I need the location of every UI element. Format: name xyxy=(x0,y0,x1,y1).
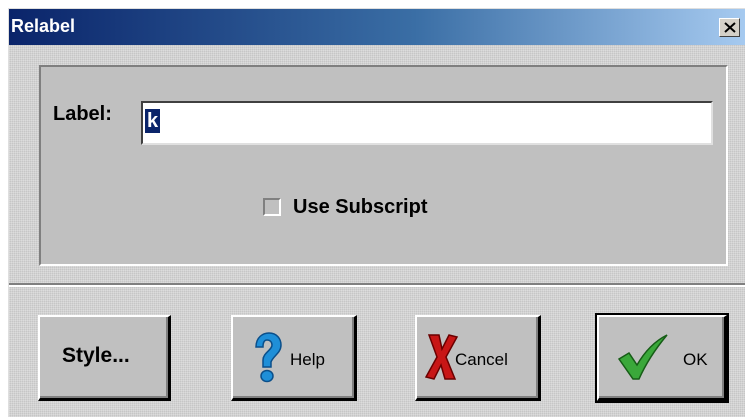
close-button[interactable] xyxy=(719,18,740,37)
close-icon xyxy=(724,22,736,33)
help-button[interactable]: Help xyxy=(231,315,357,401)
use-subscript-checkbox[interactable] xyxy=(263,198,281,216)
ok-button-label: OK xyxy=(683,350,708,369)
cancel-button[interactable]: Cancel xyxy=(415,315,541,401)
style-button-label: Style... xyxy=(62,344,130,367)
green-checkmark-icon xyxy=(617,334,668,380)
title-bar[interactable]: Relabel xyxy=(9,9,745,45)
cancel-button-label: Cancel xyxy=(455,350,508,369)
ok-button[interactable]: OK xyxy=(595,313,729,403)
divider-highlight xyxy=(9,285,745,287)
label-panel: Label: k Use Subscript xyxy=(39,65,728,266)
style-button[interactable]: Style... xyxy=(38,315,171,401)
relabel-dialog: Relabel Label: k Use Subscript Style... … xyxy=(8,8,745,417)
label-caption: Label: xyxy=(53,103,112,125)
question-mark-icon xyxy=(255,332,282,383)
window-title: Relabel xyxy=(11,16,76,36)
label-input[interactable]: k xyxy=(141,101,713,145)
red-x-icon xyxy=(425,334,459,380)
label-input-value: k xyxy=(145,109,161,133)
help-button-label: Help xyxy=(290,350,325,369)
use-subscript-label: Use Subscript xyxy=(293,196,428,218)
